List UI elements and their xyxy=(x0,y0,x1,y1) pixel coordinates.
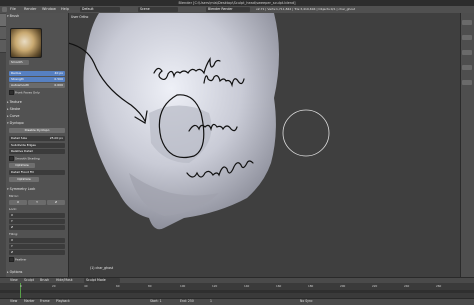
tiling-y-toggle[interactable]: Y xyxy=(9,244,65,249)
menu-help[interactable]: Help xyxy=(61,6,69,13)
strength-field[interactable]: Strength 0.500 xyxy=(9,77,65,82)
feather-option[interactable]: Feather xyxy=(9,257,26,263)
smooth-shading-checkbox[interactable] xyxy=(9,156,14,161)
scene-select[interactable]: Scene xyxy=(138,7,178,12)
tick-200: 200 xyxy=(340,284,346,288)
menu-window[interactable]: Window xyxy=(42,6,56,13)
feather-label: Feather xyxy=(15,257,27,262)
lock-x-toggle[interactable]: X xyxy=(9,213,65,218)
viewport-canvas[interactable] xyxy=(69,13,460,277)
relative-detail-select[interactable]: Relative Detail xyxy=(9,149,65,154)
curve-panel-header[interactable]: Curve xyxy=(7,114,66,119)
autosmooth-label: Autosmooth xyxy=(11,83,30,87)
tick-120: 120 xyxy=(212,284,218,288)
end-frame-field[interactable]: End: 250 xyxy=(180,298,194,304)
tick-260: 260 xyxy=(436,284,442,288)
radius-field[interactable]: Radius 40 px xyxy=(9,71,65,76)
menu-render[interactable]: Render xyxy=(24,6,36,13)
timeline-playback-menu[interactable]: Playback xyxy=(56,298,70,304)
viewport-object-label: (1) char_ghost xyxy=(90,266,114,270)
tick-80: 80 xyxy=(148,284,152,288)
render-engine-select[interactable]: Blender Render xyxy=(206,7,250,12)
detail-size-field[interactable]: Detail Size 25.00 px xyxy=(9,136,65,141)
mirror-x-toggle[interactable]: X xyxy=(9,200,27,205)
detail-size-label: Detail Size xyxy=(11,136,27,140)
texture-panel-header[interactable]: Texture xyxy=(7,100,66,105)
strength-label: Strength xyxy=(11,77,24,81)
editor-type-icon[interactable] xyxy=(2,7,7,12)
props-button-4[interactable] xyxy=(462,65,472,70)
tick-220: 220 xyxy=(372,284,378,288)
tick-20: 20 xyxy=(52,284,56,288)
props-button-2[interactable] xyxy=(462,35,472,40)
stroke-panel-header[interactable]: Stroke xyxy=(7,107,66,112)
tick-240: 240 xyxy=(404,284,410,288)
brush-panel-header[interactable]: Brush xyxy=(7,14,66,19)
brush-name-field[interactable]: Smooth xyxy=(9,60,29,65)
sync-select[interactable]: No Sync xyxy=(300,298,313,304)
tab-options[interactable] xyxy=(0,27,6,40)
timeline-frame-menu[interactable]: Frame xyxy=(40,298,50,304)
tiling-label: Tiling: xyxy=(9,232,19,236)
timeline-view-menu[interactable]: View xyxy=(10,298,17,304)
optimize-button[interactable]: Optimize xyxy=(9,163,35,168)
detail-flood-select[interactable]: Detail Flood Fill xyxy=(9,170,65,175)
scene-stats: v2.71 | Verts:1,711,842 | Tris:3,419,694… xyxy=(256,7,356,11)
front-faces-checkbox[interactable] xyxy=(9,90,14,95)
props-button-1[interactable] xyxy=(462,20,472,25)
symmetrize-button[interactable]: Optimize xyxy=(9,177,39,182)
lock-label: Lock: xyxy=(9,207,17,211)
tick-160: 160 xyxy=(276,284,282,288)
options-panel-header[interactable]: Options xyxy=(7,270,66,275)
dyntopo-panel-header[interactable]: Dyntopo xyxy=(7,121,66,126)
symmetry-panel-header[interactable]: Symmetry Lock xyxy=(7,187,66,192)
radius-label: Radius xyxy=(11,71,22,75)
tab-grease-pencil[interactable] xyxy=(0,40,6,53)
current-frame-field[interactable]: 1 xyxy=(210,298,212,304)
tick-40: 40 xyxy=(84,284,88,288)
front-faces-label: Front Faces Only xyxy=(15,90,40,95)
front-faces-option[interactable]: Front Faces Only xyxy=(9,90,40,96)
tab-tools[interactable] xyxy=(0,14,6,27)
smooth-shading-option[interactable]: Smooth Shading xyxy=(9,156,40,162)
smooth-shading-label: Smooth Shading xyxy=(15,156,40,161)
tick-0: 0 xyxy=(20,284,22,288)
tick-100: 100 xyxy=(180,284,186,288)
mirror-y-toggle[interactable]: Y xyxy=(28,200,46,205)
props-button-5[interactable] xyxy=(462,80,472,85)
mirror-z-toggle[interactable]: Z xyxy=(47,200,65,205)
tick-180: 180 xyxy=(308,284,314,288)
start-frame-field[interactable]: Start: 1 xyxy=(150,298,162,304)
lock-y-toggle[interactable]: Y xyxy=(9,219,65,224)
viewport-view-label: User Ortho xyxy=(71,15,89,19)
timeline-marker-menu[interactable]: Marker xyxy=(24,298,35,304)
brush-preview[interactable] xyxy=(10,28,42,58)
radius-value: 40 px xyxy=(54,71,63,75)
props-button-3[interactable] xyxy=(462,50,472,55)
subdivide-edges-select[interactable]: Subdivide Edges xyxy=(9,143,65,148)
strength-value: 0.500 xyxy=(54,77,63,81)
mirror-label: Mirror: xyxy=(9,194,19,198)
tiling-z-toggle[interactable]: Z xyxy=(9,250,65,255)
detail-size-value: 25.00 px xyxy=(49,136,63,140)
autosmooth-value: 0.000 xyxy=(54,83,63,87)
timeline-track xyxy=(0,290,474,293)
tick-140: 140 xyxy=(244,284,250,288)
lock-z-toggle[interactable]: Z xyxy=(9,225,65,230)
feather-checkbox[interactable] xyxy=(9,257,14,262)
menu-file[interactable]: File xyxy=(10,6,16,13)
layout-select[interactable]: Default xyxy=(80,7,120,12)
brush-cursor-circle xyxy=(282,109,330,157)
autosmooth-field[interactable]: Autosmooth 0.000 xyxy=(9,83,65,88)
tiling-x-toggle[interactable]: X xyxy=(9,238,65,243)
disable-dyntopo-button[interactable]: Disable Dyntopo xyxy=(9,128,65,133)
tick-60: 60 xyxy=(116,284,120,288)
